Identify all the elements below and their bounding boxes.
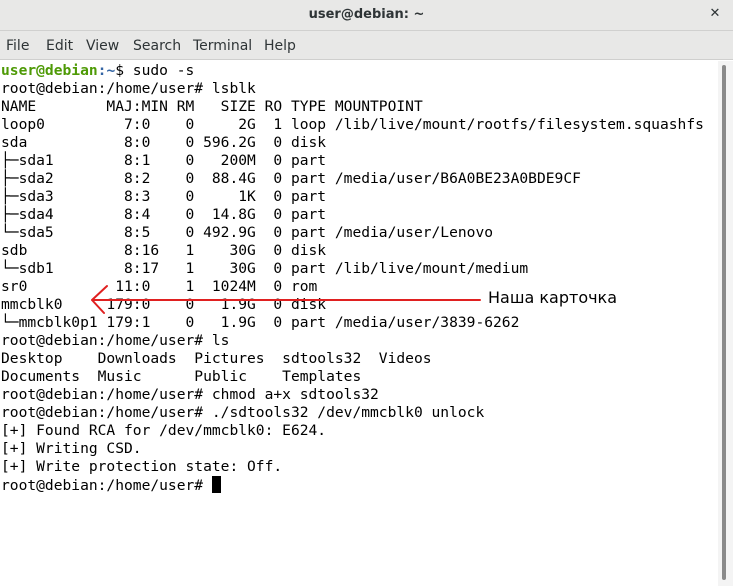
terminal-line: root@debian:/home/user# lsblk	[1, 80, 256, 97]
terminal-line-mmcblk0: mmcblk0 179:0 0 1.9G 0 disk	[1, 296, 327, 313]
menu-help[interactable]: Help	[264, 38, 296, 54]
menu-terminal[interactable]: Terminal	[193, 38, 252, 54]
menu-view[interactable]: View	[86, 38, 119, 54]
scrollbar-thumb[interactable]	[722, 65, 726, 580]
terminal-output[interactable]: user@debian:~$ sudo -s root@debian:/home…	[0, 61, 718, 586]
scrollbar[interactable]	[718, 61, 733, 586]
menu-search[interactable]: Search	[133, 38, 181, 54]
terminal-line: ├─sda2 8:2 0 88.4G 0 part /media/user/B6…	[1, 170, 581, 187]
terminal-line: ├─sda1 8:1 0 200M 0 part	[1, 152, 327, 169]
terminal-line: ├─sda4 8:4 0 14.8G 0 part	[1, 206, 327, 223]
terminal-line: sdb 8:16 1 30G 0 disk	[1, 242, 327, 259]
menu-edit[interactable]: Edit	[46, 38, 73, 54]
prompt-path: :~	[97, 62, 116, 79]
title-bar: user@debian: ~ ✕	[0, 0, 733, 31]
terminal-line: ├─sda3 8:3 0 1K 0 part	[1, 188, 327, 205]
terminal-line: NAME MAJ:MIN RM SIZE RO TYPE MOUNTPOINT	[1, 98, 423, 115]
terminal-line: sr0 11:0 1 1024M 0 rom	[1, 278, 318, 295]
terminal-line: [+] Found RCA for /dev/mmcblk0: E624.	[1, 422, 327, 439]
annotation-label: Наша карточка	[488, 288, 618, 307]
terminal-line: └─sdb1 8:17 1 30G 0 part /lib/live/mount…	[1, 260, 529, 277]
current-prompt: root@debian:/home/user#	[1, 477, 212, 494]
terminal-line: root@debian:/home/user# ls	[1, 332, 230, 349]
menu-file[interactable]: File	[6, 38, 29, 54]
terminal-line: Desktop Downloads Pictures sdtools32 Vid…	[1, 350, 432, 367]
terminal-line: root@debian:/home/user# chmod a+x sdtool…	[1, 386, 379, 403]
close-icon[interactable]: ✕	[705, 4, 725, 24]
terminal-line: sda 8:0 0 596.2G 0 disk	[1, 134, 327, 151]
window-title: user@debian: ~	[308, 7, 425, 22]
terminal-line: Documents Music Public Templates	[1, 368, 362, 385]
terminal-line: loop0 7:0 0 2G 1 loop /lib/live/mount/ro…	[1, 116, 704, 133]
menu-bar: File Edit View Search Terminal Help	[0, 31, 733, 60]
terminal-line: [+] Write protection state: Off.	[1, 458, 283, 475]
terminal-line: └─mmcblk0p1 179:1 0 1.9G 0 part /media/u…	[1, 314, 520, 331]
terminal-line: [+] Writing CSD.	[1, 440, 142, 457]
text-cursor	[211, 476, 221, 493]
terminal-line: └─sda5 8:5 0 492.9G 0 part /media/user/L…	[1, 224, 494, 241]
prompt-user-host: user@debian	[1, 62, 98, 79]
terminal-line: root@debian:/home/user# ./sdtools32 /dev…	[1, 404, 485, 421]
prompt-command: $ sudo -s	[115, 62, 195, 79]
